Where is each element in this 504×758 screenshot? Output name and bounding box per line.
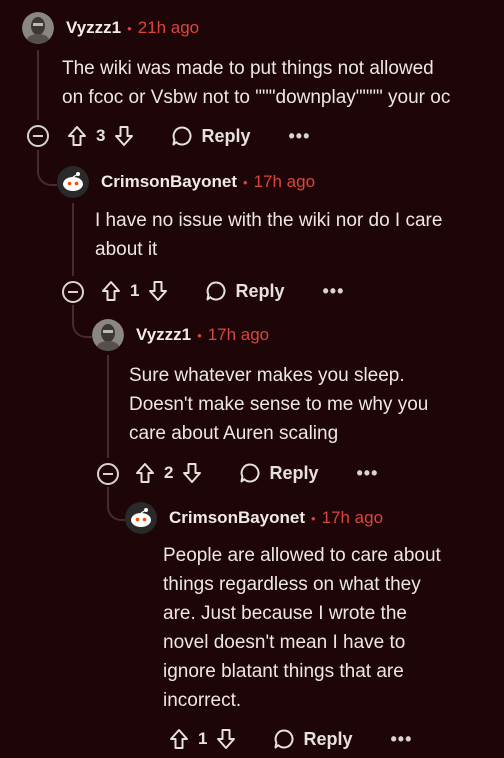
thread-line	[37, 50, 39, 120]
thread-branch	[107, 487, 125, 521]
reply-bubble-icon	[206, 281, 226, 301]
reply-button[interactable]: Reply	[205, 280, 285, 302]
user-avatar-icon[interactable]	[22, 12, 54, 44]
more-options-button[interactable]: •••	[357, 463, 379, 484]
username[interactable]: CrimsonBayonet	[101, 172, 237, 192]
vote-count: 1	[198, 729, 208, 748]
timestamp: 17h ago	[321, 508, 384, 527]
reply-bubble-icon	[274, 729, 294, 749]
reply-button[interactable]: Reply	[239, 462, 319, 484]
upvote-button[interactable]	[100, 280, 122, 302]
comment-line: about it	[95, 239, 158, 260]
downvote-button[interactable]	[147, 280, 169, 302]
reply-bubble-icon	[172, 126, 192, 146]
downvote-arrow-icon	[115, 126, 134, 146]
username[interactable]: Vyzzz1	[66, 18, 121, 38]
vote-count: 1	[130, 281, 140, 300]
comment-body: The wiki was made to put things not allo…	[62, 54, 450, 112]
separator-dot: •	[243, 174, 248, 190]
comment-line: incorrect.	[163, 690, 242, 711]
comment-line: on fcoc or Vsbw not to """downplay"""" y…	[62, 87, 451, 108]
more-options-button[interactable]: •••	[323, 281, 345, 302]
downvote-arrow-icon	[217, 729, 236, 749]
upvote-arrow-icon	[68, 126, 86, 146]
downvote-arrow-icon	[183, 463, 202, 483]
upvote-button[interactable]	[168, 728, 190, 750]
reply-button[interactable]: Reply	[273, 728, 353, 750]
comment-actions: 2 Reply •••	[134, 459, 378, 487]
comment-line: are. Just because I wrote the	[163, 603, 407, 624]
upvote-button[interactable]	[134, 462, 156, 484]
reply-bubble-icon	[240, 463, 260, 483]
comment-line: ignore blatant things that are	[163, 661, 404, 682]
reply-label: Reply	[269, 462, 319, 483]
comment-line: People are allowed to care about	[163, 545, 441, 566]
comment-line: Sure whatever makes you sleep.	[129, 365, 405, 386]
comment-header: CrimsonBayonet • 17h ago	[57, 166, 315, 198]
more-options-button[interactable]: •••	[391, 729, 413, 750]
separator-dot: •	[127, 20, 132, 36]
upvote-button[interactable]	[66, 125, 88, 147]
timestamp: 17h ago	[253, 172, 316, 191]
reply-button[interactable]: Reply	[171, 125, 251, 147]
comment-body: Sure whatever makes you sleep. Doesn't m…	[129, 361, 428, 448]
comment-header: Vyzzz1 • 21h ago	[22, 12, 199, 44]
comment-body: People are allowed to care about things …	[163, 541, 441, 715]
comment-line: things regardless on what they	[163, 574, 421, 595]
comment-line: care about Auren scaling	[129, 423, 339, 444]
collapse-thread-button[interactable]	[97, 463, 119, 485]
vote-count: 2	[164, 463, 174, 482]
comment-line: Doesn't make sense to me why you	[129, 394, 429, 415]
comment-line: novel doesn't mean I have to	[163, 632, 406, 653]
timestamp: 21h ago	[137, 18, 200, 37]
comment-header: Vyzzz1 • 17h ago	[92, 319, 269, 351]
user-avatar-icon[interactable]	[92, 319, 124, 351]
separator-dot: •	[197, 327, 202, 343]
upvote-arrow-icon	[102, 281, 120, 301]
collapse-thread-button[interactable]	[27, 125, 49, 147]
more-options-button[interactable]: •••	[289, 126, 311, 147]
comment-header: CrimsonBayonet • 17h ago	[125, 502, 383, 534]
vote-count: 3	[96, 126, 106, 145]
user-avatar-icon[interactable]	[57, 166, 89, 198]
thread-line	[107, 355, 109, 458]
reply-label: Reply	[201, 125, 251, 146]
username[interactable]: Vyzzz1	[136, 325, 191, 345]
downvote-arrow-icon	[149, 281, 168, 301]
upvote-arrow-icon	[136, 463, 154, 483]
reply-label: Reply	[303, 728, 353, 749]
comment-line: The wiki was made to put things not allo…	[62, 58, 434, 79]
upvote-arrow-icon	[170, 729, 188, 749]
comment-body: I have no issue with the wiki nor do I c…	[95, 206, 442, 264]
downvote-button[interactable]	[215, 728, 237, 750]
user-avatar-icon[interactable]	[125, 502, 157, 534]
thread-line	[72, 203, 74, 276]
collapse-thread-button[interactable]	[62, 281, 84, 303]
downvote-button[interactable]	[181, 462, 203, 484]
downvote-button[interactable]	[113, 125, 135, 147]
username[interactable]: CrimsonBayonet	[169, 508, 305, 528]
timestamp: 17h ago	[207, 325, 270, 344]
comment-actions: 3 Reply •••	[66, 122, 310, 150]
comment-actions: 1 Reply •••	[168, 725, 412, 753]
reply-label: Reply	[235, 280, 285, 301]
thread-branch	[37, 150, 57, 186]
separator-dot: •	[311, 510, 316, 526]
comment-line: I have no issue with the wiki nor do I c…	[95, 210, 443, 231]
comment-actions: 1 Reply •••	[100, 277, 344, 305]
thread-branch	[72, 305, 92, 338]
